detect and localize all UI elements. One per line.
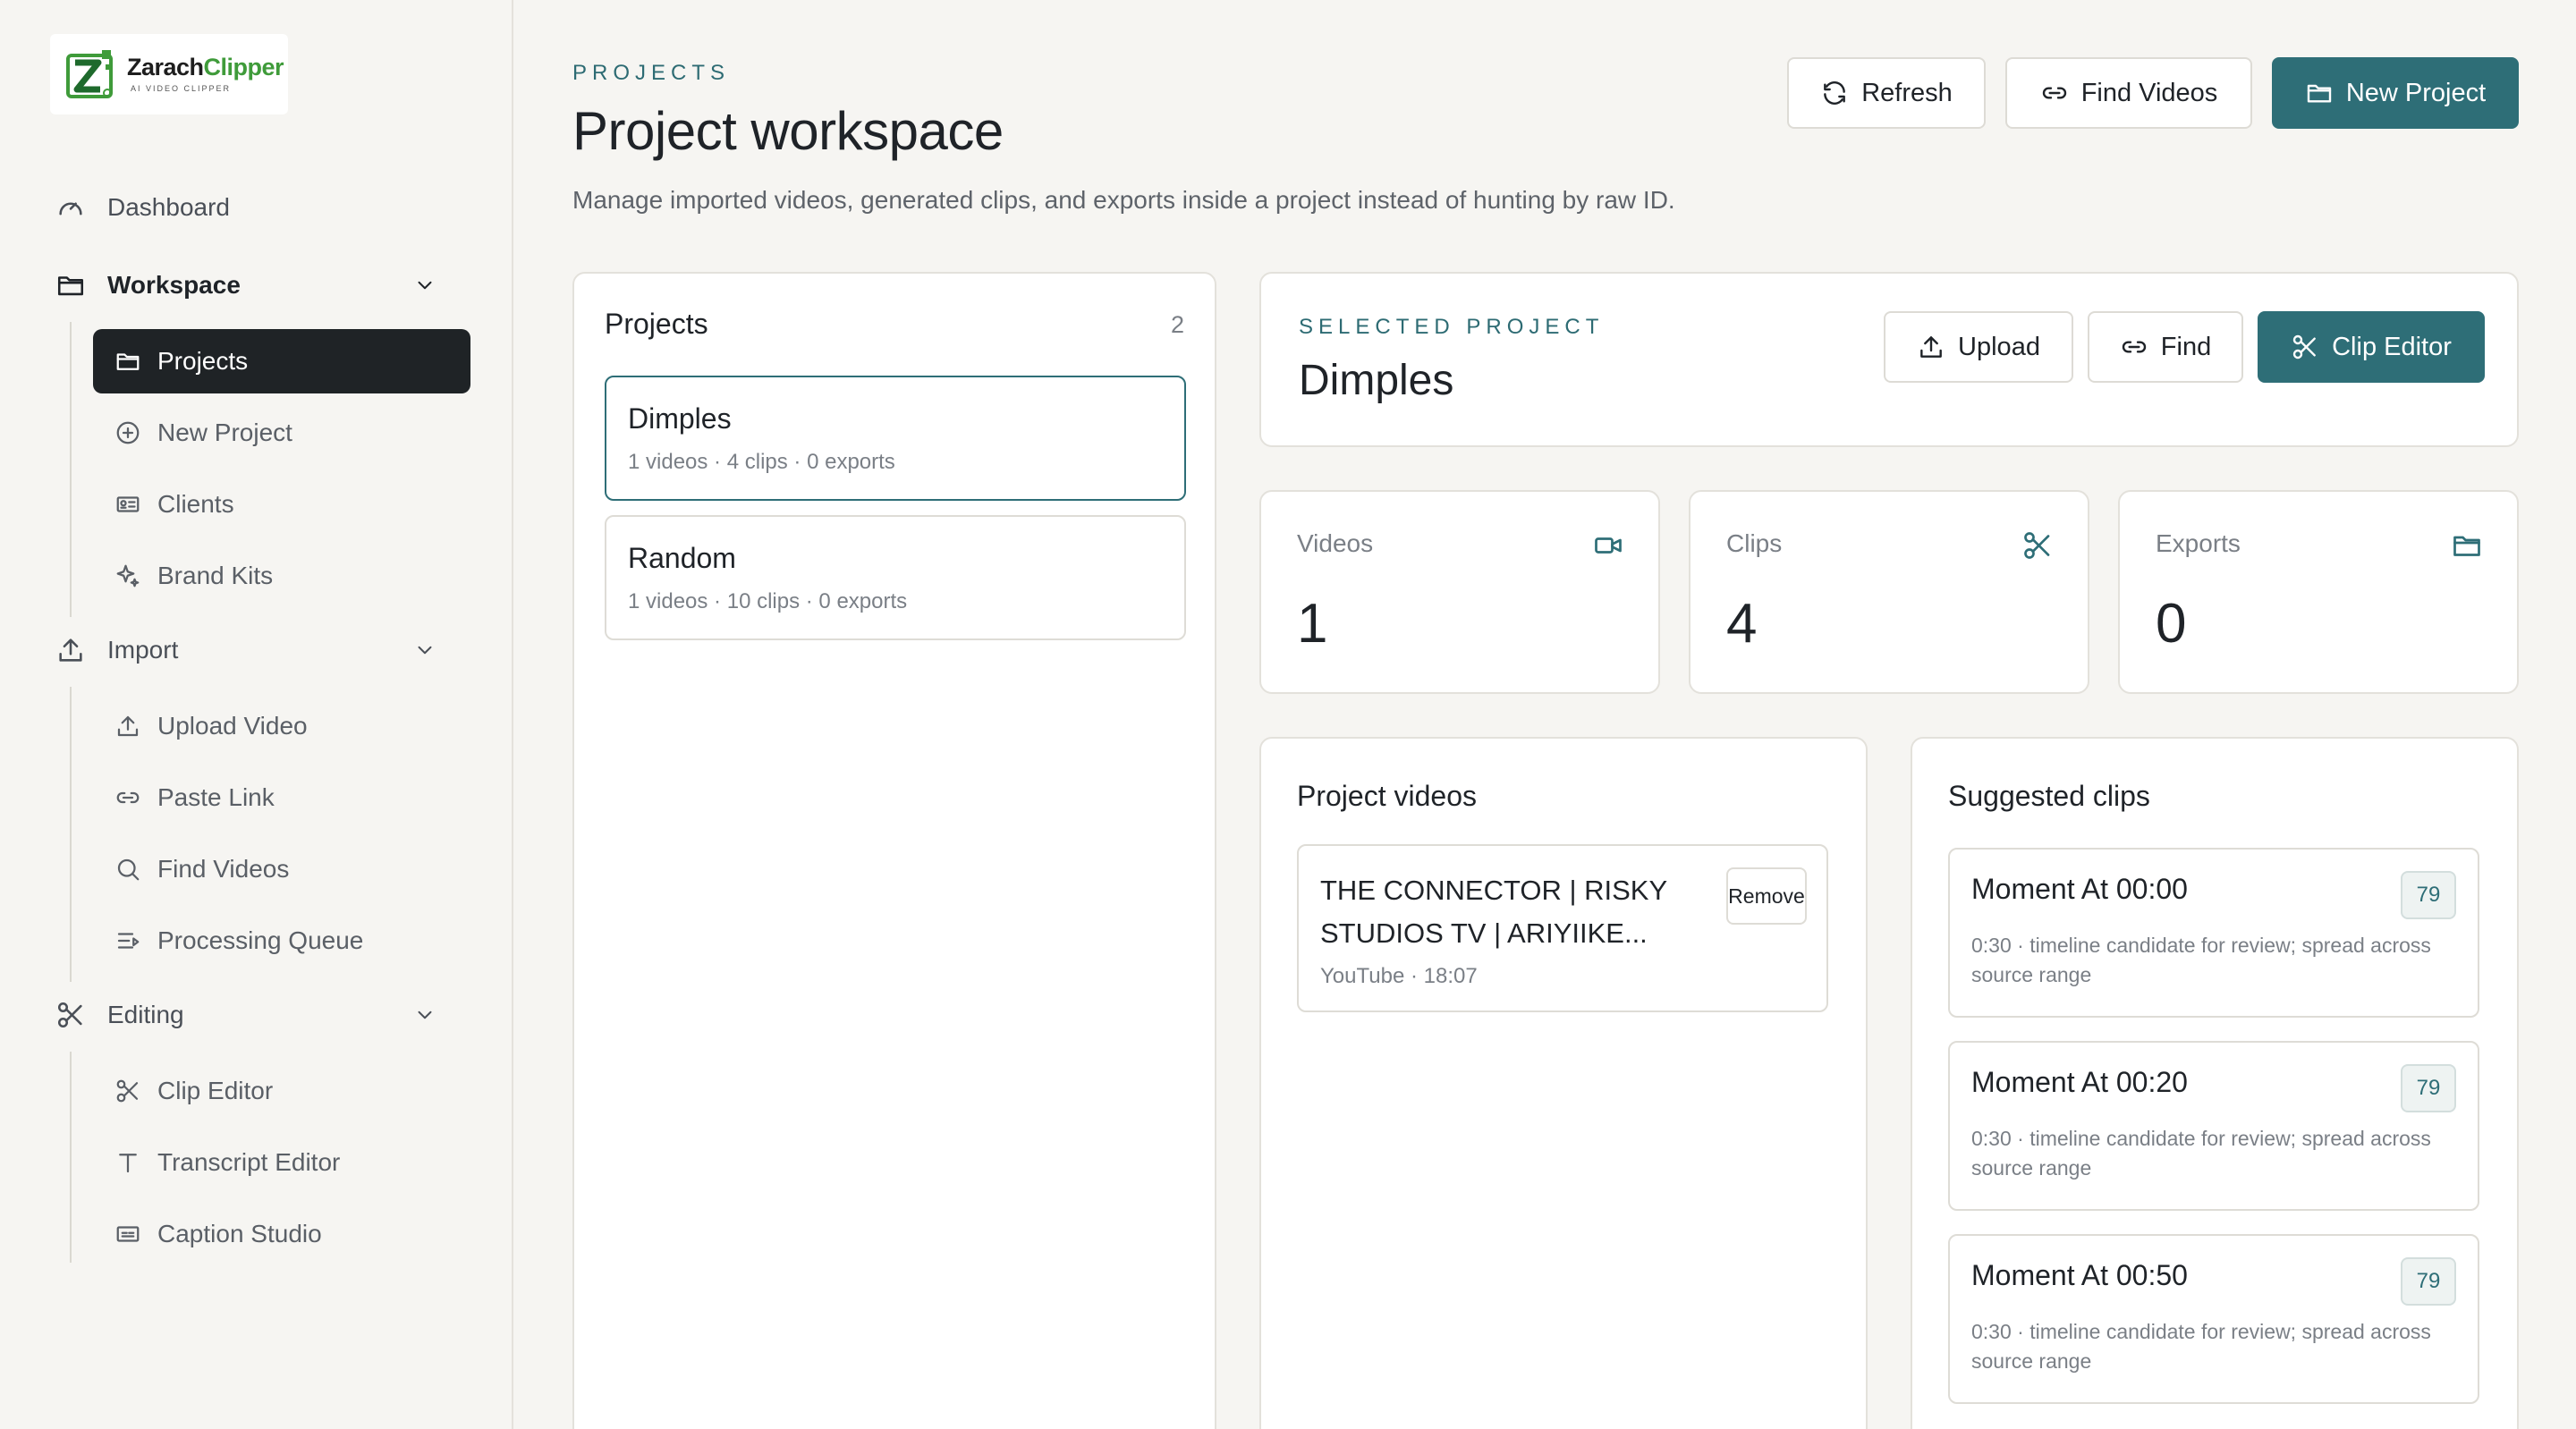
- scissors-icon: [116, 1079, 139, 1103]
- refresh-button[interactable]: Refresh: [1787, 57, 1986, 129]
- gauge-icon: [59, 202, 82, 216]
- video-icon: [1595, 537, 1622, 554]
- clip-title: Moment At 00:20: [1971, 1066, 2188, 1098]
- stat-value-exports: 0: [2156, 593, 2187, 655]
- selected-project-card: SELECTED PROJECT Dimples Upload Find Cli…: [1259, 272, 2519, 447]
- sidebar-item-projects[interactable]: Projects: [93, 329, 470, 393]
- sidebar-item-clients[interactable]: Clients: [93, 472, 470, 537]
- stat-value-clips: 4: [1726, 593, 1758, 655]
- page-eyebrow: PROJECTS: [572, 61, 731, 85]
- folder-icon: [2307, 84, 2332, 103]
- nav-branch-line: [70, 687, 72, 982]
- search-icon: [117, 858, 140, 881]
- clip-description: 0:30 · timeline candidate for review; sp…: [1971, 934, 2431, 986]
- video-meta: YouTube · 18:07: [1320, 964, 1478, 988]
- link-icon: [2122, 341, 2146, 353]
- project-item-dimples[interactable]: Dimples 1 videos · 4 clips · 0 exports: [605, 376, 1186, 501]
- projects-panel-title: Projects: [605, 308, 708, 340]
- nav-dashboard[interactable]: Dashboard: [55, 185, 230, 230]
- stat-card-clips: Clips 4: [1689, 490, 2089, 694]
- clip-item[interactable]: Moment At 00:00 0:30 · timeline candidat…: [1948, 848, 2479, 1018]
- scissors-icon: [2292, 334, 2316, 359]
- nav-branch-line: [70, 322, 72, 617]
- upload-icon: [1920, 336, 1942, 358]
- refresh-icon: [1824, 81, 1846, 105]
- brand-tagline: AI VIDEO CLIPPER: [131, 84, 232, 93]
- nav-branch-line: [70, 1052, 72, 1263]
- nav-group-editing[interactable]: Editing: [55, 993, 458, 1037]
- video-title: THE CONNECTOR | RISKY STUDIOS TV | ARIYI…: [1320, 875, 1667, 949]
- clip-item[interactable]: Moment At 00:50 0:30 · timeline candidat…: [1948, 1234, 2479, 1404]
- stat-card-videos: Videos 1: [1259, 490, 1660, 694]
- sidebar-item-find-videos[interactable]: Find Videos: [93, 837, 470, 901]
- clip-editor-button[interactable]: Clip Editor: [2258, 311, 2485, 383]
- sidebar-item-paste-link[interactable]: Paste Link: [93, 765, 470, 830]
- projects-count: 2: [1170, 311, 1184, 338]
- nav-group-import[interactable]: Import: [55, 628, 458, 672]
- sparkle-icon: [116, 564, 140, 588]
- chevron-down-icon: [418, 1010, 432, 1019]
- sidebar: ZarachClipper AI VIDEO CLIPPER Dashboard…: [0, 0, 513, 1429]
- find-button[interactable]: Find: [2088, 311, 2243, 383]
- page-title: Project workspace: [572, 101, 1004, 161]
- folder-icon: [116, 353, 140, 370]
- selected-project-name: Dimples: [1299, 357, 1454, 404]
- find-videos-button[interactable]: Find Videos: [2005, 57, 2252, 129]
- clip-description: 0:30 · timeline candidate for review; sp…: [1971, 1127, 2431, 1180]
- sidebar-item-clip-editor[interactable]: Clip Editor: [93, 1059, 470, 1123]
- project-item-random[interactable]: Random 1 videos · 10 clips · 0 exports: [605, 515, 1186, 640]
- sidebar-item-processing-queue[interactable]: Processing Queue: [93, 909, 470, 973]
- queue-icon: [117, 933, 140, 949]
- plus-circle-icon: [116, 421, 140, 444]
- clip-item[interactable]: Moment At 00:20 0:30 · timeline candidat…: [1948, 1041, 2479, 1211]
- text-icon: [119, 1154, 137, 1173]
- upload-button[interactable]: Upload: [1884, 311, 2073, 383]
- sidebar-item-transcript-editor[interactable]: Transcript Editor: [93, 1130, 470, 1195]
- upload-icon: [117, 715, 139, 737]
- projects-panel: Projects 2 Dimples 1 videos · 4 clips · …: [572, 272, 1216, 1429]
- sidebar-item-brand-kits[interactable]: Brand Kits: [93, 544, 470, 608]
- project-videos-panel: Project videos THE CONNECTOR | RISKY STU…: [1259, 737, 1868, 1429]
- scissors-icon: [2024, 532, 2050, 559]
- upload-icon: [59, 638, 82, 662]
- clip-title: Moment At 00:50: [1971, 1259, 2188, 1291]
- new-project-button[interactable]: New Project: [2272, 57, 2519, 129]
- suggested-clips-panel: Suggested clips Moment At 00:00 0:30 · t…: [1911, 737, 2519, 1429]
- brand-name: ZarachClipper: [127, 54, 284, 80]
- sidebar-item-caption-studio[interactable]: Caption Studio: [93, 1202, 470, 1266]
- clip-score-badge: 79: [2401, 871, 2456, 919]
- video-item[interactable]: THE CONNECTOR | RISKY STUDIOS TV | ARIYI…: [1297, 844, 1828, 1012]
- clip-title: Moment At 00:00: [1971, 873, 2188, 905]
- nav-group-workspace[interactable]: Workspace: [55, 263, 458, 308]
- logo-mark-icon: [61, 45, 120, 104]
- scissors-icon: [57, 1002, 82, 1028]
- stat-value-videos: 1: [1297, 593, 1328, 655]
- remove-video-button[interactable]: Remove: [1726, 867, 1807, 925]
- link-icon: [116, 791, 140, 804]
- id-card-icon: [116, 496, 140, 512]
- selected-project-eyebrow: SELECTED PROJECT: [1299, 315, 1605, 339]
- folder-icon: [57, 276, 84, 296]
- link-icon: [2042, 87, 2066, 99]
- clip-score-badge: 79: [2401, 1257, 2456, 1306]
- chevron-down-icon: [418, 281, 432, 290]
- chevron-down-icon: [418, 646, 432, 655]
- suggested-clips-title: Suggested clips: [1948, 780, 2150, 812]
- clip-description: 0:30 · timeline candidate for review; sp…: [1971, 1320, 2431, 1373]
- folder-icon: [2453, 536, 2480, 556]
- page-description: Manage imported videos, generated clips,…: [572, 186, 1675, 214]
- stat-card-exports: Exports 0: [2118, 490, 2519, 694]
- brand-logo[interactable]: ZarachClipper AI VIDEO CLIPPER: [50, 34, 288, 114]
- project-videos-title: Project videos: [1297, 780, 1477, 812]
- sidebar-item-new-project[interactable]: New Project: [93, 401, 470, 465]
- caption-icon: [116, 1226, 140, 1242]
- clip-score-badge: 79: [2401, 1064, 2456, 1112]
- sidebar-item-upload-video[interactable]: Upload Video: [93, 694, 470, 758]
